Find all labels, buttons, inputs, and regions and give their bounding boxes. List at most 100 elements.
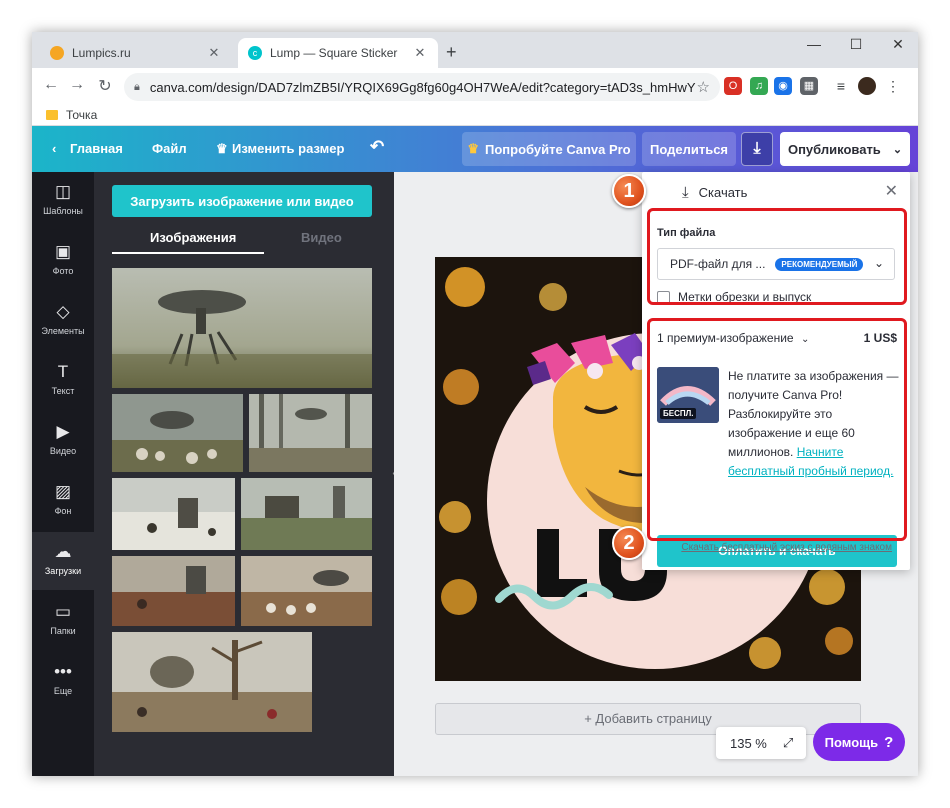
video-icon: ▶: [56, 422, 70, 441]
download-icon[interactable]: ⤓: [741, 132, 773, 166]
tab-title: Lump — Square Sticker: [270, 46, 398, 60]
editor-header: ‹ Главная Файл ♛ Изменить размер ↶ ♛ Поп…: [32, 126, 918, 172]
publish-label: Опубликовать: [787, 141, 881, 157]
tab-canva[interactable]: c Lump — Square Sticker ✕: [238, 38, 438, 68]
close-tab-icon[interactable]: ✕: [412, 45, 428, 61]
new-tab-button[interactable]: +: [446, 42, 457, 63]
close-window-button[interactable]: ✕: [878, 36, 918, 53]
try-pro-label: Попробуйте Canva Pro: [485, 141, 631, 157]
highlight-file-type: [647, 208, 907, 305]
uploaded-image[interactable]: [112, 478, 235, 550]
uploaded-image[interactable]: [112, 394, 243, 472]
try-pro-button[interactable]: ♛ Попробуйте Canva Pro: [462, 132, 636, 166]
bookmarks-bar: Точка: [32, 106, 918, 126]
minimize-button[interactable]: —: [794, 36, 834, 52]
chevron-left-icon[interactable]: ‹: [52, 141, 56, 156]
sidebar-item-uploads[interactable]: ☁ Загрузки: [32, 532, 94, 590]
back-arrow-icon[interactable]: ←: [40, 76, 62, 94]
home-link[interactable]: Главная: [70, 141, 123, 156]
uploaded-image[interactable]: [112, 268, 372, 388]
profile-avatar[interactable]: [858, 77, 876, 95]
menu-dots-icon[interactable]: ⋮: [884, 77, 902, 95]
sidebar-item-label: Шаблоны: [43, 206, 83, 216]
photo-icon: ▣: [54, 242, 72, 261]
sidebar-item-text[interactable]: T Текст: [32, 352, 94, 410]
toolbar: ← → ↻ 🔒︎ canva.com/design/DAD7zlmZB5I/YR…: [32, 68, 918, 106]
extension-icon[interactable]: O: [724, 77, 742, 95]
templates-icon: ◫: [54, 182, 72, 201]
uploaded-image[interactable]: [241, 478, 372, 550]
sidebar-item-label: Фон: [54, 506, 72, 516]
extension-icon[interactable]: ▦: [800, 77, 818, 95]
expand-icon[interactable]: ⤢: [783, 735, 793, 751]
folder-icon: [46, 110, 58, 120]
upload-media-button[interactable]: Загрузить изображение или видео: [112, 185, 372, 217]
help-button[interactable]: Помощь ?: [813, 723, 905, 761]
uploaded-image[interactable]: [112, 632, 312, 732]
download-title: Скачать: [698, 185, 748, 200]
zoom-control[interactable]: 135 % ⤢: [716, 727, 806, 759]
download-panel-header: ⤓ Скачать: [682, 184, 747, 201]
bookmark-star-icon[interactable]: ☆: [697, 78, 710, 96]
sidebar-item-photos[interactable]: ▣ Фото: [32, 232, 94, 290]
lumpics-favicon-icon: [50, 46, 64, 60]
close-icon[interactable]: ✕: [885, 181, 898, 201]
publish-button[interactable]: Опубликовать ⌄: [780, 132, 910, 166]
url-text: canva.com/design/DAD7zlmZB5I/YRQIX69Gg8f…: [149, 79, 696, 95]
sidebar-item-label: Еще: [53, 686, 73, 696]
canva-favicon-icon: c: [248, 46, 262, 60]
bookmark-label: Точка: [66, 108, 98, 122]
sidebar-item-more[interactable]: ••• Еще: [32, 652, 94, 710]
browser-window: Lumpics.ru ✕ c Lump — Square Sticker ✕ +…: [32, 32, 918, 776]
background-pattern-icon: ▨: [54, 482, 72, 501]
watermark-download-link[interactable]: Скачать бесплатный эскиз с водяным знако…: [666, 542, 892, 553]
sidebar-item-video[interactable]: ▶ Видео: [32, 412, 94, 470]
step-marker-2: 2: [612, 526, 646, 560]
more-dots-icon: •••: [54, 662, 72, 681]
uploaded-image[interactable]: [249, 394, 372, 472]
uploaded-image[interactable]: [241, 556, 372, 626]
music-extension-icon[interactable]: ♫: [750, 77, 768, 95]
help-label: Помощь: [824, 734, 879, 750]
sidebar-item-label: Видео: [49, 446, 77, 456]
sidebar-item-label: Папки: [50, 626, 76, 636]
lock-icon: 🔒︎: [134, 80, 140, 93]
resize-menu[interactable]: Изменить размер: [232, 141, 344, 156]
maximize-button[interactable]: ☐: [836, 36, 876, 53]
file-menu[interactable]: Файл: [152, 141, 187, 156]
folder-icon: ▭: [54, 602, 72, 621]
close-tab-icon[interactable]: ✕: [206, 45, 222, 61]
sidebar-item-label: Текст: [51, 386, 75, 396]
highlight-premium-section: [647, 318, 907, 541]
tab-video[interactable]: Видео: [301, 230, 342, 245]
shapes-icon: ◇: [56, 302, 70, 321]
reload-icon[interactable]: ↻: [94, 76, 116, 96]
undo-icon[interactable]: ↶: [370, 137, 384, 157]
sidebar-item-label: Элементы: [41, 326, 85, 336]
address-bar[interactable]: 🔒︎ canva.com/design/DAD7zlmZB5I/YRQIX69G…: [124, 73, 720, 101]
cloud-upload-icon: ☁: [54, 542, 72, 561]
uploads-panel: Загрузить изображение или видео Изображе…: [94, 172, 394, 776]
sidebar-item-label: Загрузки: [44, 566, 82, 576]
playlist-icon[interactable]: ≡: [832, 77, 850, 95]
uploaded-image[interactable]: [112, 556, 235, 626]
sidebar-item-background[interactable]: ▨ Фон: [32, 472, 94, 530]
sidebar-item-templates[interactable]: ◫ Шаблоны: [32, 172, 94, 230]
tab-lumpics[interactable]: Lumpics.ru ✕: [40, 38, 232, 68]
side-nav: ◫ Шаблоны ▣ Фото ◇ Элементы T Текст ▶ Ви…: [32, 172, 94, 776]
share-button[interactable]: Поделиться: [642, 132, 736, 166]
tab-strip: Lumpics.ru ✕ c Lump — Square Sticker ✕ +…: [32, 32, 918, 68]
sidebar-item-folders[interactable]: ▭ Папки: [32, 592, 94, 650]
step-marker-1: 1: [612, 174, 646, 208]
crown-icon: ♛: [467, 141, 480, 156]
chevron-down-icon: ⌄: [892, 143, 903, 156]
tab-images[interactable]: Изображения: [150, 230, 236, 245]
forward-arrow-icon[interactable]: →: [66, 76, 88, 94]
download-icon: ⤓: [682, 184, 689, 201]
vpn-extension-icon[interactable]: ◉: [774, 77, 792, 95]
sidebar-item-elements[interactable]: ◇ Элементы: [32, 292, 94, 350]
sidebar-item-label: Фото: [52, 266, 74, 276]
zoom-level: 135 %: [730, 735, 767, 751]
bookmark-item[interactable]: Точка: [46, 108, 97, 122]
tab-title: Lumpics.ru: [72, 46, 131, 60]
